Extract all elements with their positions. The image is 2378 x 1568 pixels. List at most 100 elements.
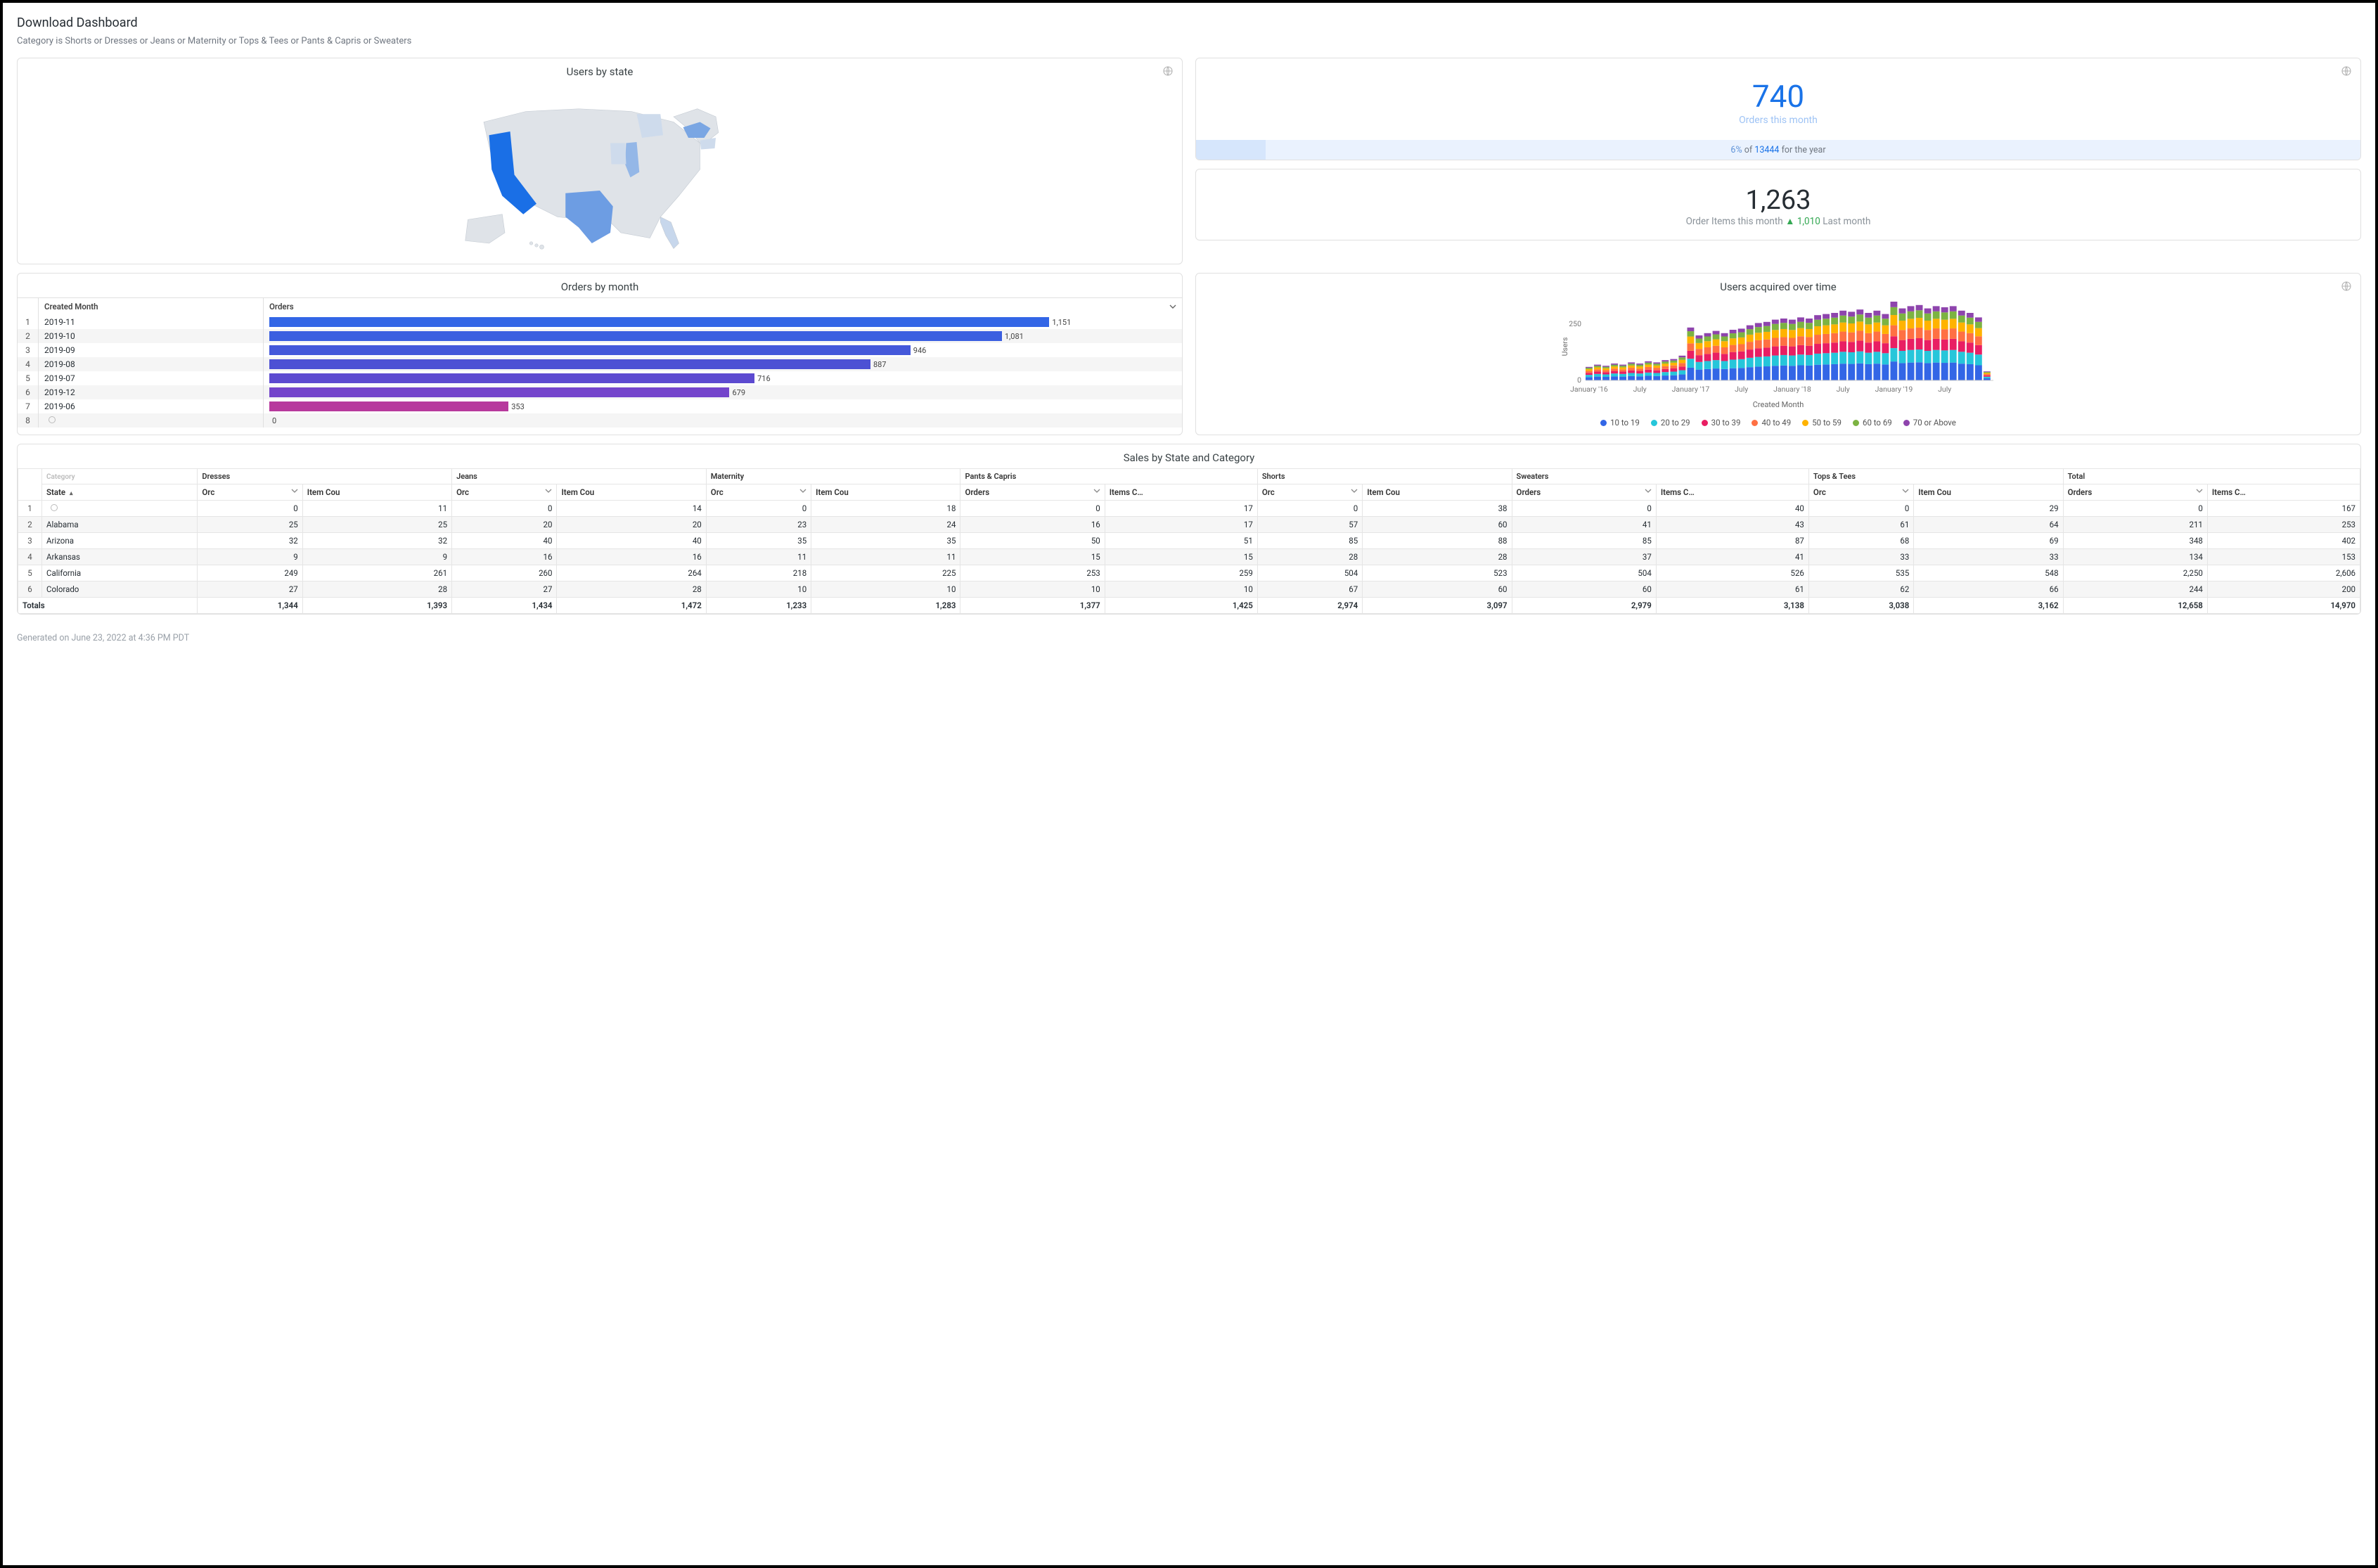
orders-month-row[interactable]: 52019-07716 <box>18 371 1182 385</box>
sales-table[interactable]: CategoryDressesJeansMaternityPants & Cap… <box>18 468 2360 614</box>
totals-value: 2,974 <box>1257 598 1362 614</box>
col-header-total[interactable]: Total <box>2063 469 2360 484</box>
cell-value: 29 <box>1914 501 2063 517</box>
col-header-orders[interactable]: Orc <box>1808 484 1913 501</box>
kpi-orders-label: Orders this month <box>1196 115 2360 140</box>
sales-title: Sales by State and Category <box>18 444 2360 468</box>
row-bar-cell: 353 <box>264 399 1182 413</box>
cell-value: 0 <box>1808 501 1913 517</box>
table-row[interactable]: 5California24926126026421822525325950452… <box>18 565 2360 581</box>
col-header-created-month[interactable]: Created Month <box>39 298 264 315</box>
row-index: 3 <box>18 533 42 549</box>
row-month: 2019-12 <box>39 385 264 399</box>
col-header-orders[interactable]: Orders <box>960 484 1105 501</box>
row-index: 4 <box>18 357 39 371</box>
table-row[interactable]: 6Colorado2728272810101010676060616266244… <box>18 581 2360 598</box>
col-header-orders[interactable]: Orders <box>264 298 1182 315</box>
row-index: 2 <box>18 329 39 343</box>
cell-value: 14 <box>557 501 706 517</box>
orders-by-month-title: Orders by month <box>18 274 1182 297</box>
col-header-items[interactable]: Item Cou <box>1914 484 2063 501</box>
row-index: 1 <box>18 501 42 517</box>
totals-value: 12,658 <box>2063 598 2207 614</box>
svg-text:January '19: January '19 <box>1875 385 1913 394</box>
totals-value: 1,472 <box>557 598 706 614</box>
col-header-items[interactable]: Items Count <box>1656 484 1808 501</box>
svg-text:July: July <box>1735 385 1748 394</box>
cell-value: 37 <box>1512 549 1656 565</box>
col-header-maternity[interactable]: Maternity <box>706 469 960 484</box>
cell-value: 253 <box>960 565 1105 581</box>
col-header-orders[interactable]: Orc <box>1257 484 1362 501</box>
state-texas[interactable] <box>565 191 613 243</box>
orders-month-row[interactable]: 12019-111,151 <box>18 315 1182 329</box>
cell-value: 11 <box>811 549 960 565</box>
legend-item[interactable]: 60 to 69 <box>1853 418 1892 428</box>
orders-month-row[interactable]: 32019-09946 <box>18 343 1182 357</box>
cell-value: 60 <box>1512 581 1656 598</box>
table-row[interactable]: 2Alabama25252020232416175760414361642112… <box>18 517 2360 533</box>
stacked-bar-chart[interactable]: 0250UsersJanuary '16JulyJanuary '17JulyJ… <box>1209 297 2348 396</box>
cell-value: 10 <box>706 581 811 598</box>
legend-item[interactable]: 30 to 39 <box>1702 418 1741 428</box>
legend-item[interactable]: 40 to 49 <box>1752 418 1791 428</box>
legend-item[interactable]: 10 to 19 <box>1600 418 1640 428</box>
col-header-tops-tees[interactable]: Tops & Tees <box>1808 469 2063 484</box>
table-row[interactable]: 10110140180170380400290167 <box>18 501 2360 517</box>
col-header-jeans[interactable]: Jeans <box>452 469 707 484</box>
filter-summary: Category is Shorts or Dresses or Jeans o… <box>17 36 2361 46</box>
us-map[interactable] <box>18 82 1182 264</box>
legend-label: 70 or Above <box>1913 418 1956 428</box>
col-header-state[interactable]: State ▴ <box>42 484 198 501</box>
table-row[interactable]: 3Arizona32324040353550518588858768693484… <box>18 533 2360 549</box>
legend-item[interactable]: 50 to 59 <box>1802 418 1842 428</box>
col-header-items[interactable]: Items Count <box>2207 484 2360 501</box>
legend-item[interactable]: 20 to 29 <box>1651 418 1690 428</box>
col-header-items[interactable]: Item Cou <box>811 484 960 501</box>
row-index: 3 <box>18 343 39 357</box>
orders-month-row[interactable]: 72019-06353 <box>18 399 1182 413</box>
svg-text:July: July <box>1938 385 1951 394</box>
orders-month-row[interactable]: 42019-08887 <box>18 357 1182 371</box>
totals-value: 2,979 <box>1512 598 1656 614</box>
col-header-items[interactable]: Item Cou <box>1363 484 1512 501</box>
cell-value: 85 <box>1512 533 1656 549</box>
map-title: Users by state <box>18 58 1182 82</box>
totals-label: Totals <box>18 598 198 614</box>
col-header-items[interactable]: Item Cou <box>302 484 451 501</box>
col-header-dresses[interactable]: Dresses <box>198 469 452 484</box>
cell-value: 134 <box>2063 549 2207 565</box>
col-header-items[interactable]: Items Count <box>1105 484 1257 501</box>
cell-value: 43 <box>1656 517 1808 533</box>
orders-month-row[interactable]: 80 <box>18 413 1182 428</box>
row-month <box>39 413 264 428</box>
row-bar-cell: 1,151 <box>264 315 1182 329</box>
col-header-pants-capris[interactable]: Pants & Capris <box>960 469 1257 484</box>
cell-value: 244 <box>2063 581 2207 598</box>
legend-item[interactable]: 70 or Above <box>1903 418 1956 428</box>
col-header-orders[interactable]: Orc <box>198 484 302 501</box>
row-index: 6 <box>18 385 39 399</box>
orders-this-month-panel: 740 Orders this month 6% of 13444 for th… <box>1195 58 2361 160</box>
col-header-orders[interactable]: Orders <box>1512 484 1656 501</box>
cell-value: 211 <box>2063 517 2207 533</box>
col-header-sweaters[interactable]: Sweaters <box>1512 469 1808 484</box>
col-header-items[interactable]: Item Cou <box>557 484 706 501</box>
col-header-orders[interactable]: Orc <box>706 484 811 501</box>
cell-value: 69 <box>1914 533 2063 549</box>
col-header-shorts[interactable]: Shorts <box>1257 469 1512 484</box>
cell-value: 10 <box>811 581 960 598</box>
orders-month-row[interactable]: 22019-101,081 <box>18 329 1182 343</box>
cell-value: 10 <box>960 581 1105 598</box>
globe-icon <box>2341 281 2352 292</box>
cell-value: 260 <box>452 565 557 581</box>
cell-value: 57 <box>1257 517 1362 533</box>
col-header-orders[interactable]: Orders <box>2063 484 2207 501</box>
svg-text:January '18: January '18 <box>1773 385 1811 394</box>
table-row[interactable]: 4Arkansas9916161111151528283741333313415… <box>18 549 2360 565</box>
cell-value: 28 <box>557 581 706 598</box>
cell-value: 28 <box>302 581 451 598</box>
orders-month-row[interactable]: 62019-12679 <box>18 385 1182 399</box>
cell-value: 11 <box>706 549 811 565</box>
col-header-orders[interactable]: Orc <box>452 484 557 501</box>
